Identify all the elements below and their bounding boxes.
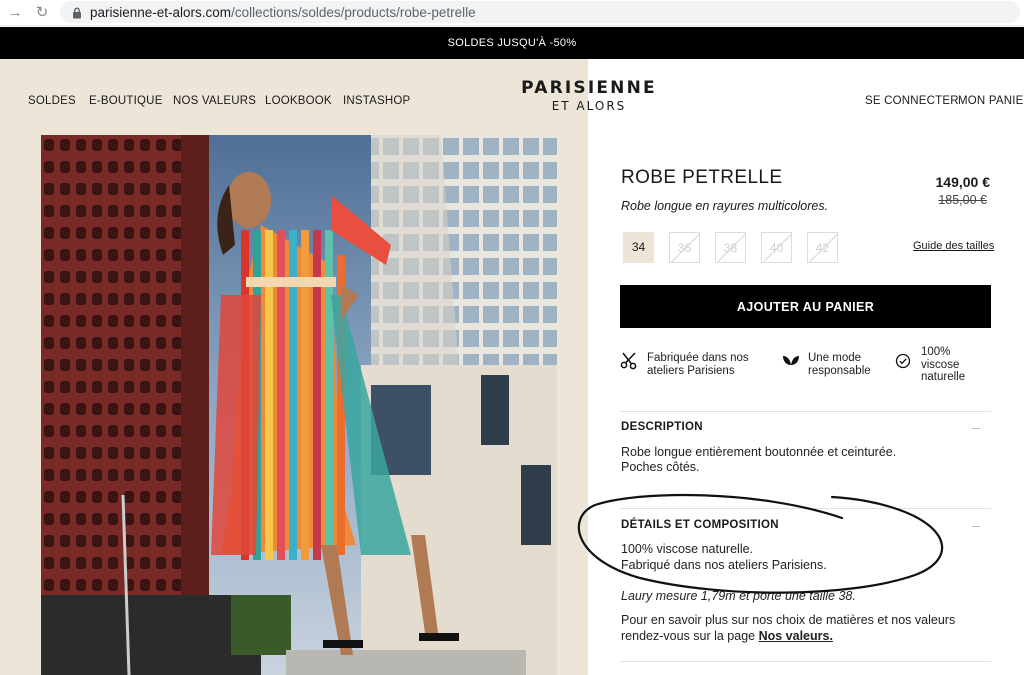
details-line-1: 100% viscose naturelle. <box>621 542 754 556</box>
details-heading[interactable]: DÉTAILS ET COMPOSITION <box>621 519 779 531</box>
feature-viscose-line1: 100% <box>921 346 951 358</box>
more-info-line-1: Pour en savoir plus sur nos choix de mat… <box>621 613 956 627</box>
feature-workshop-text: Fabriquée dans nos ateliers Parisiens <box>647 352 749 377</box>
feature-workshop-line2: ateliers Parisiens <box>647 364 735 377</box>
feature-viscose-text: 100% viscose naturelle <box>921 346 965 384</box>
forward-arrow-icon[interactable]: → <box>6 4 24 22</box>
description-line-2: Poches côtés. <box>621 460 700 474</box>
divider <box>620 411 991 412</box>
add-to-cart-button[interactable]: AJOUTER AU PANIER <box>620 285 991 328</box>
sale-price: 149,00 € <box>935 174 991 190</box>
login-link[interactable]: SE CONNECTER <box>865 95 959 107</box>
description-line-1: Robe longue entièrement boutonnée et cei… <box>621 445 897 459</box>
collapse-icon[interactable] <box>972 526 980 527</box>
nav-instashop[interactable]: INSTASHOP <box>343 95 410 107</box>
product-subtitle: Robe longue en rayures multicolores. <box>621 199 829 213</box>
collapse-icon[interactable] <box>972 428 980 429</box>
divider <box>620 661 991 662</box>
more-info-line-2-text: rendez-vous sur la page <box>621 629 759 643</box>
size-guide-link[interactable]: Guide des tailles <box>913 240 994 252</box>
nav-nos-valeurs[interactable]: NOS VALEURS <box>173 95 256 107</box>
lock-icon[interactable] <box>72 6 82 24</box>
product-photo[interactable] <box>41 135 557 675</box>
product-title: ROBE PETRELLE <box>621 167 783 188</box>
logo-sub-text: ET ALORS <box>551 99 627 113</box>
leaf-icon <box>782 353 800 372</box>
values-link[interactable]: Nos valeurs. <box>759 629 833 643</box>
size-option-38[interactable]: 38 <box>715 232 746 263</box>
feature-responsible-line2: responsable <box>808 364 871 377</box>
url-path: /collections/soldes/products/robe-petrel… <box>231 5 476 20</box>
model-note: Laury mesure 1,79m et porte une taille 3… <box>621 589 856 603</box>
browser-toolbar: → ↻ parisienne-et-alors.com/collections/… <box>0 0 1024 26</box>
reload-icon[interactable]: ↻ <box>33 4 51 22</box>
url-text[interactable]: parisienne-et-alors.com/collections/sold… <box>90 5 476 20</box>
feature-viscose-line3: naturelle <box>921 371 966 383</box>
feature-responsible-text: Une mode responsable <box>808 352 871 377</box>
nav-e-boutique[interactable]: E-BOUTIQUE <box>89 95 163 107</box>
details-line-2: Fabriqué dans nos ateliers Parisiens. <box>621 558 827 572</box>
nav-soldes[interactable]: SOLDES <box>28 95 76 107</box>
size-option-40[interactable]: 40 <box>761 232 792 263</box>
divider <box>620 508 991 509</box>
feature-responsible-line1: Une mode <box>808 352 862 364</box>
feature-workshop-line1: Fabriquée dans nos <box>647 352 749 364</box>
more-info-line-2: rendez-vous sur la page Nos valeurs. <box>621 629 833 644</box>
size-option-36[interactable]: 36 <box>669 232 700 263</box>
scissors-icon <box>620 352 638 375</box>
size-option-34[interactable]: 34 <box>623 232 654 263</box>
nav-lookbook[interactable]: LOOKBOOK <box>265 95 332 107</box>
feature-viscose-line2: viscose <box>921 358 960 371</box>
check-circle-icon <box>895 353 911 374</box>
original-price: 185,00 € <box>938 193 987 207</box>
description-heading[interactable]: DESCRIPTION <box>621 421 703 433</box>
logo-main-text: PARISIENNE <box>521 78 657 98</box>
url-domain: parisienne-et-alors.com <box>90 5 232 20</box>
size-option-42[interactable]: 42 <box>807 232 838 263</box>
brand-logo[interactable]: PARISIENNE ET ALORS <box>520 78 658 113</box>
promo-banner[interactable]: SOLDES JUSQU'À -50% <box>0 27 1024 59</box>
cart-link[interactable]: MON PANIER <box>958 95 1024 107</box>
